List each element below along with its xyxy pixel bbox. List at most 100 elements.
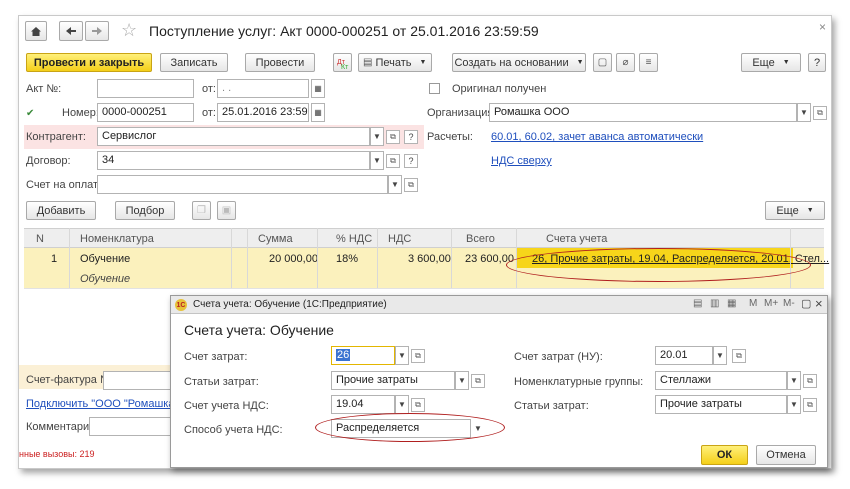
settlements-link[interactable]: 60.01, 60.02, зачет аванса автоматически	[491, 131, 703, 143]
create-based-on-button[interactable]: Создать на основании ▼	[452, 53, 586, 72]
post-button[interactable]: Провести	[245, 53, 315, 72]
paperclip-icon[interactable]: ⌀	[616, 53, 635, 72]
nomenclature-groups-label: Номенклатурные группы:	[514, 376, 644, 388]
close-icon[interactable]: ×	[815, 296, 823, 311]
open-icon[interactable]: ⧉	[471, 374, 485, 388]
date-label: от:	[202, 107, 216, 119]
organization-label: Организация:	[427, 107, 497, 119]
chevron-down-icon[interactable]: ▼	[388, 175, 402, 194]
add-button[interactable]: Добавить	[26, 201, 96, 220]
counterparty-field[interactable]: Сервислог	[97, 127, 370, 146]
open-icon[interactable]: ⧉	[732, 349, 746, 363]
chevron-down-icon[interactable]: ▼	[395, 346, 409, 365]
list-icon[interactable]: ≡	[639, 53, 658, 72]
paste-icon[interactable]: ▣	[217, 201, 236, 220]
copy-icon[interactable]: ❐	[192, 201, 211, 220]
open-icon[interactable]: ⧉	[386, 154, 400, 168]
maximize-icon[interactable]: ▢	[801, 297, 811, 310]
star-icon[interactable]: ☆	[121, 20, 137, 41]
date-field[interactable]: 25.01.2016 23:59:59	[217, 103, 309, 122]
arrow-right-icon[interactable]	[85, 21, 109, 41]
select-button[interactable]: Подбор	[115, 201, 175, 220]
open-icon[interactable]: ⧉	[813, 106, 827, 120]
contract-label: Договор:	[26, 155, 71, 167]
cost-account-nu-field[interactable]: 20.01	[655, 346, 713, 365]
open-icon[interactable]: ⧉	[404, 178, 418, 192]
table-divider	[24, 288, 824, 289]
column-header-vat[interactable]: НДС	[388, 233, 411, 245]
chevron-down-icon[interactable]: ▼	[455, 371, 469, 390]
column-header-n[interactable]: N	[36, 233, 44, 245]
row-nomenclature: Обучение	[80, 253, 131, 265]
act-date-field[interactable]: . .	[217, 79, 309, 98]
more-button[interactable]: Еще ▼	[741, 53, 801, 72]
act-no-field[interactable]	[97, 79, 194, 98]
cancel-button[interactable]: Отмена	[756, 445, 816, 465]
accounts-dialog: 1С Счета учета: Обучение (1С:Предприятие…	[170, 295, 828, 468]
chevron-down-icon[interactable]: ▼	[713, 346, 727, 365]
vat-method-label: Способ учета НДС:	[184, 424, 283, 436]
printer-icon: ▤	[363, 57, 373, 68]
cost-account-field[interactable]: 26	[331, 346, 395, 365]
column-header-vat-rate[interactable]: % НДС	[336, 233, 372, 245]
calendar-icon[interactable]: ▦	[311, 103, 325, 122]
chevron-down-icon[interactable]: ▼	[370, 151, 384, 170]
open-icon[interactable]: ⧉	[803, 374, 817, 388]
dialog-window-title: Счета учета: Обучение (1С:Предприятие)	[193, 299, 387, 310]
help-icon[interactable]: ?	[404, 130, 418, 144]
cost-items-2-field[interactable]: Прочие затраты	[655, 395, 787, 414]
ok-button[interactable]: ОК	[701, 445, 748, 465]
row-vat-rate: 18%	[336, 253, 359, 265]
settlements-label: Расчеты:	[427, 131, 473, 143]
chevron-down-icon[interactable]: ▼	[395, 395, 409, 414]
nomenclature-groups-field[interactable]: Стеллажи	[655, 371, 787, 390]
home-icon[interactable]	[25, 21, 47, 41]
chevron-down-icon[interactable]: ▼	[787, 395, 801, 414]
save-button[interactable]: Записать	[160, 53, 228, 72]
document-icon[interactable]: ▥	[710, 298, 719, 309]
document-icon[interactable]: ▢	[593, 53, 612, 72]
column-header-sum[interactable]: Сумма	[258, 233, 293, 245]
row-sum: 20 000,00	[269, 253, 318, 265]
open-icon[interactable]: ⧉	[803, 398, 817, 412]
row-number: 1	[51, 253, 58, 265]
cost-account-nu-label: Счет затрат (НУ):	[514, 351, 603, 363]
open-icon[interactable]: ⧉	[411, 398, 425, 412]
chevron-down-icon[interactable]: ▼	[787, 371, 801, 390]
print-button[interactable]: ▤ Печать ▼	[358, 53, 432, 72]
dt-kt-icon[interactable]: Дт Кт	[333, 53, 352, 72]
edit-icon[interactable]: ▦	[727, 298, 736, 309]
create-based-label: Создать на основании	[454, 56, 569, 69]
invoice-for-payment-field[interactable]	[97, 175, 388, 194]
cost-items-field[interactable]: Прочие затраты	[331, 371, 455, 390]
help-button[interactable]: ?	[808, 53, 826, 72]
vat-account-field[interactable]: 19.04	[331, 395, 395, 414]
column-header-accounts[interactable]: Счета учета	[546, 233, 607, 245]
copy-icon[interactable]: ▤	[693, 298, 702, 309]
number-field[interactable]: 0000-000251	[97, 103, 194, 122]
table-more-label: Еще	[776, 204, 799, 217]
close-icon[interactable]: ×	[819, 20, 826, 34]
print-label: Печать	[375, 56, 412, 69]
zoom-plus-icon[interactable]: M+	[764, 298, 778, 309]
arrow-left-icon[interactable]	[59, 21, 83, 41]
column-header-nomenclature[interactable]: Номенклатура	[80, 233, 154, 245]
counterparty-label: Контрагент:	[26, 131, 86, 143]
open-icon[interactable]: ⧉	[411, 349, 425, 363]
zoom-minus-icon[interactable]: M-	[783, 298, 795, 309]
chevron-down-icon[interactable]: ▼	[370, 127, 384, 146]
vat-on-top-link[interactable]: НДС сверху	[491, 155, 552, 167]
help-icon[interactable]: ?	[404, 154, 418, 168]
comment-field[interactable]	[89, 417, 183, 436]
table-more-button[interactable]: Еще ▼	[765, 201, 825, 220]
calendar-icon[interactable]: ▦	[311, 79, 325, 98]
zoom-icon[interactable]: M	[749, 298, 757, 309]
organization-field[interactable]: Ромашка ООО	[489, 103, 797, 122]
post-and-close-button[interactable]: Провести и закрыть	[26, 53, 152, 72]
cost-account-value: 26	[336, 349, 351, 361]
contract-field[interactable]: 34	[97, 151, 370, 170]
chevron-down-icon[interactable]: ▼	[797, 103, 811, 122]
column-header-total[interactable]: Всего	[466, 233, 495, 245]
original-received-checkbox[interactable]	[429, 83, 440, 94]
open-icon[interactable]: ⧉	[386, 130, 400, 144]
